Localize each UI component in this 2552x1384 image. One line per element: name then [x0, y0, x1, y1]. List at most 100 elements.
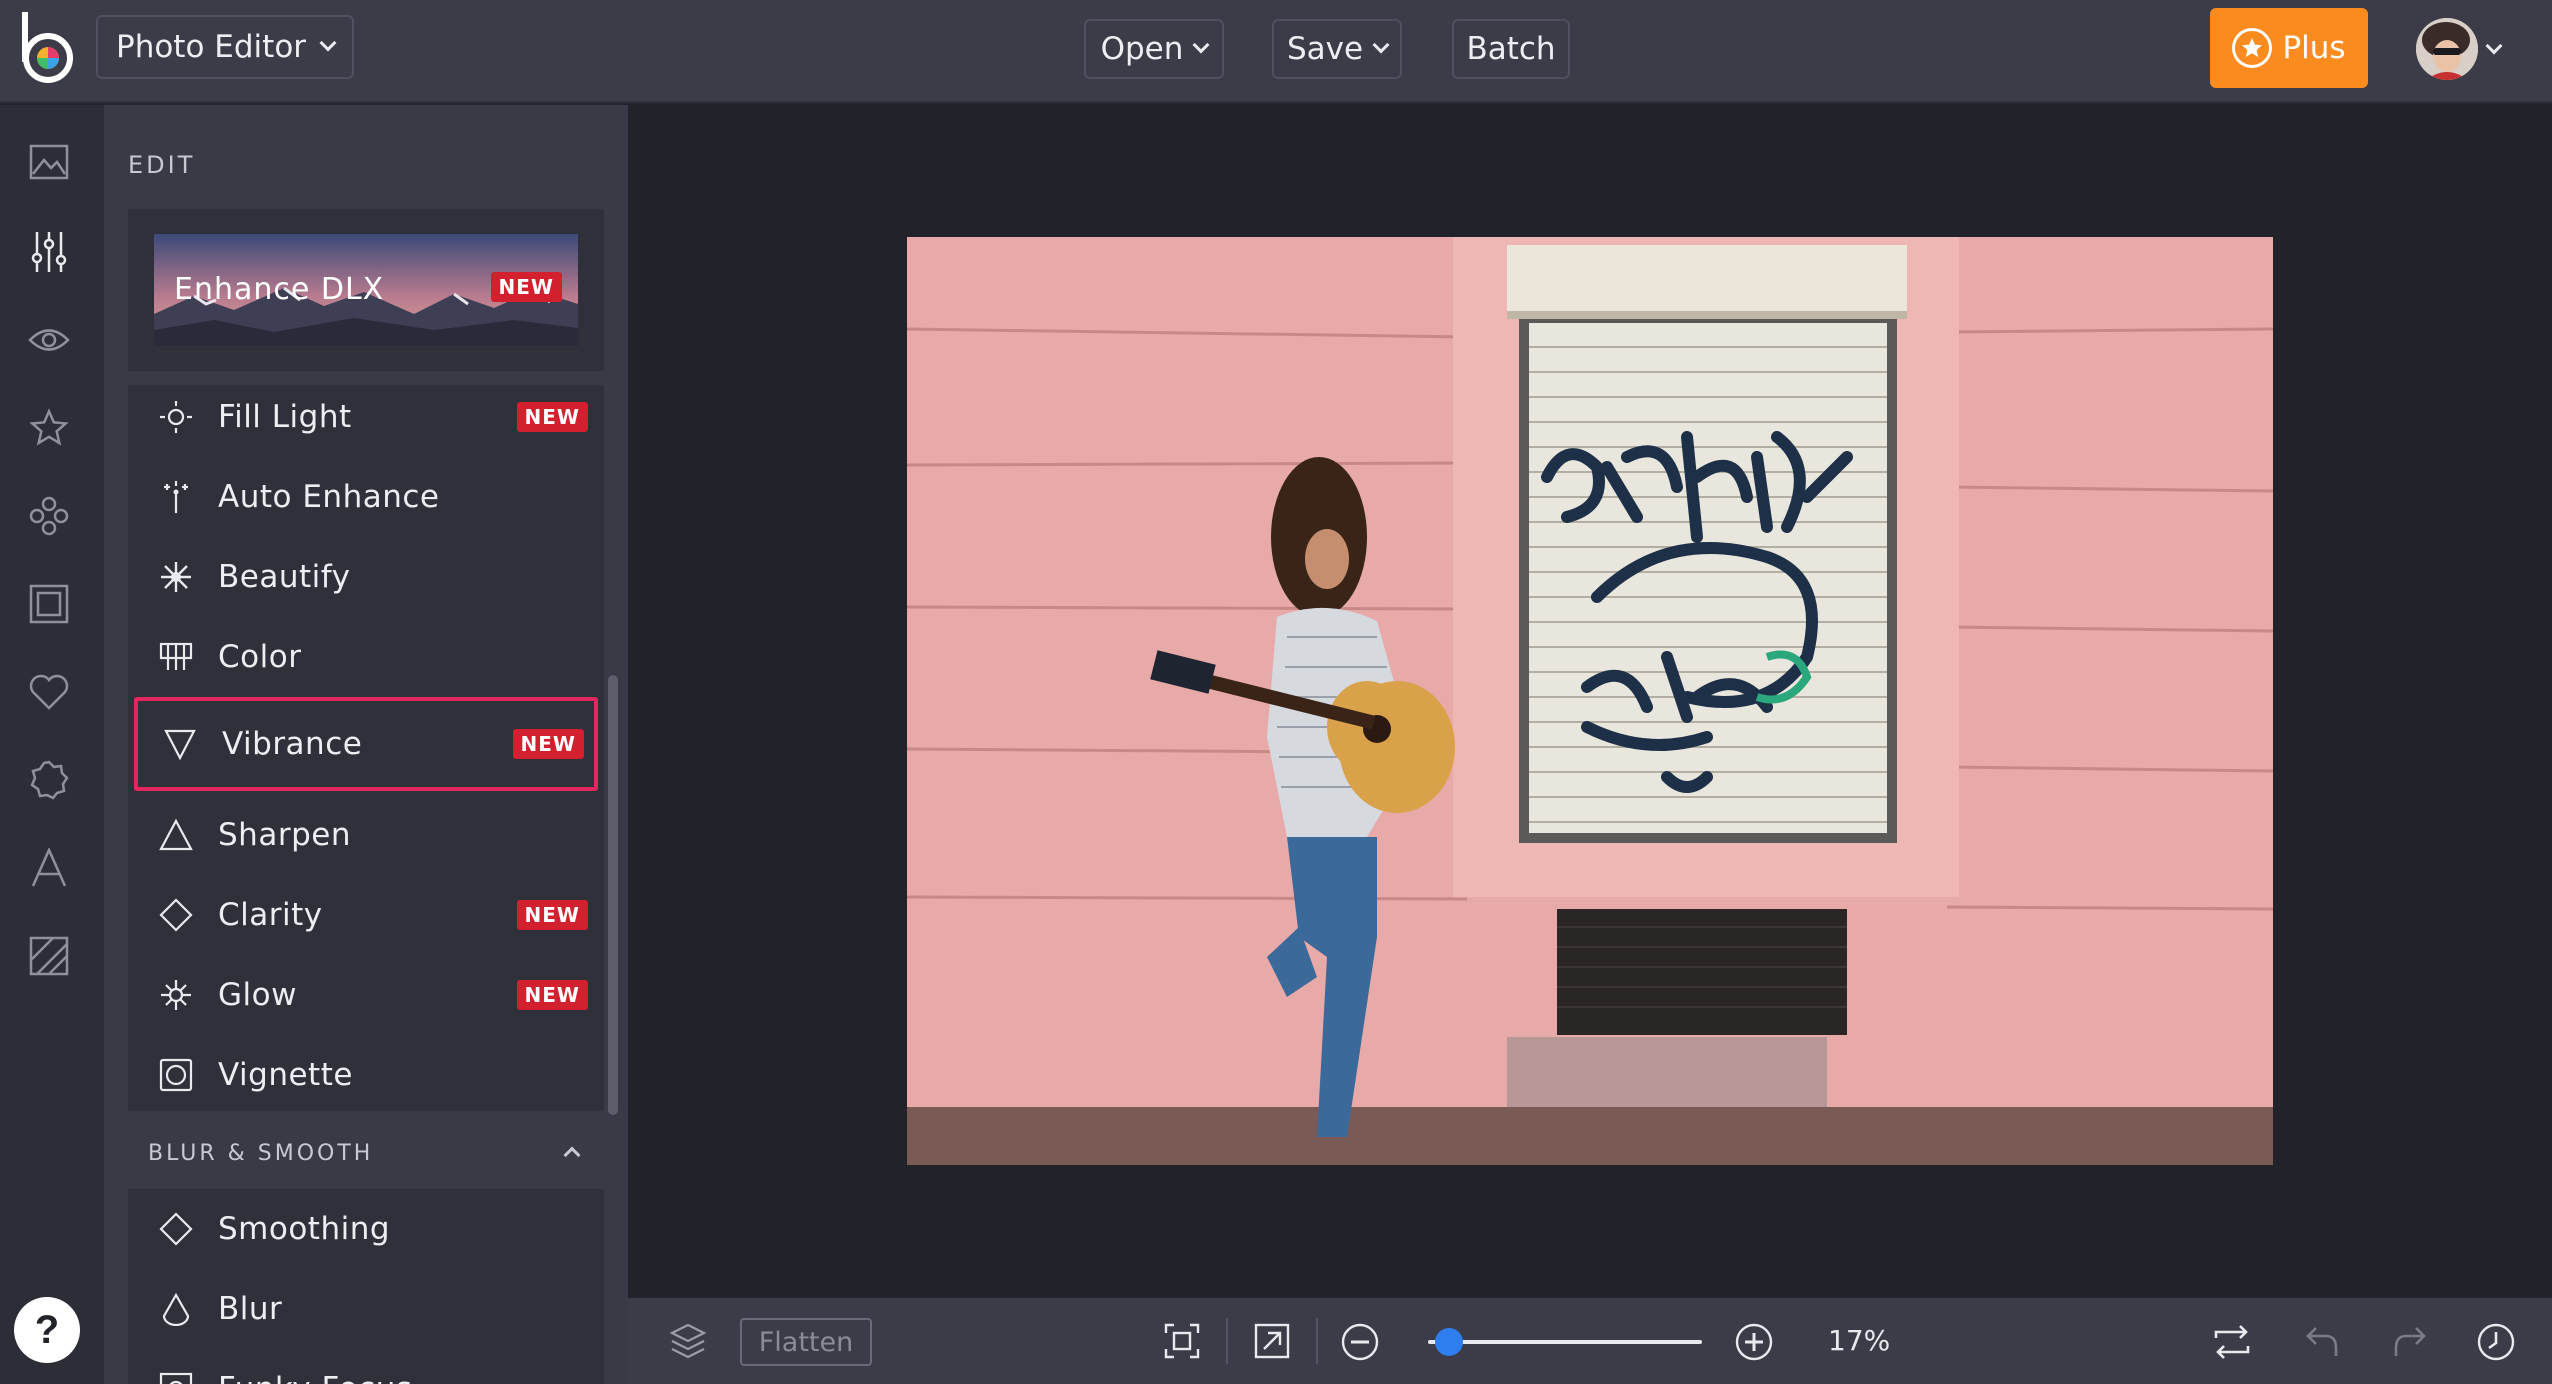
badge-icon[interactable]	[24, 755, 74, 805]
glow-icon	[156, 975, 196, 1015]
tool-label: Glow	[218, 977, 297, 1013]
tool-glow[interactable]: Glow NEW	[134, 955, 598, 1035]
diamond-icon	[156, 895, 196, 935]
tool-label: Clarity	[218, 897, 323, 933]
enhance-dlx-button[interactable]: Enhance DLX NEW	[154, 234, 578, 346]
zoom-in-icon[interactable]	[1730, 1318, 1778, 1366]
photo-canvas[interactable]	[907, 237, 2273, 1165]
zoom-slider[interactable]	[1428, 1328, 1702, 1356]
tool-color[interactable]: Color	[134, 617, 598, 697]
tool-funky-focus[interactable]: Funky Focus	[134, 1349, 598, 1384]
vignette-icon	[156, 1055, 196, 1095]
tool-label: Vibrance	[222, 726, 363, 762]
plus-label: Plus	[2282, 30, 2346, 66]
tool-label: Funky Focus	[218, 1371, 413, 1384]
edit-tool-list: Fill Light NEW Auto Enhance Beautify Col…	[128, 385, 604, 1109]
tool-vibrance[interactable]: Vibrance NEW	[134, 697, 598, 791]
tool-label: Smoothing	[218, 1211, 391, 1247]
new-badge: NEW	[516, 402, 588, 432]
star-icon[interactable]	[24, 403, 74, 453]
tool-label: Color	[218, 639, 302, 675]
triangle-up-icon	[156, 815, 196, 855]
history-icon[interactable]	[2472, 1318, 2520, 1366]
sparkle-icon	[156, 477, 196, 517]
open-button[interactable]: Open	[1084, 19, 1224, 79]
snowflake-icon	[156, 557, 196, 597]
edit-panel: EDIT Enhance DLX NEW Fill Light NEW Auto…	[104, 105, 628, 1384]
tool-label: Beautify	[218, 559, 351, 595]
zoom-slider-knob[interactable]	[1435, 1328, 1464, 1356]
tool-label: Vignette	[218, 1057, 353, 1093]
canvas-area	[628, 105, 2552, 1298]
divider	[1226, 1318, 1228, 1364]
chevron-down-icon[interactable]	[2485, 37, 2503, 55]
new-badge: NEW	[512, 729, 584, 759]
save-label: Save	[1286, 31, 1364, 67]
tool-label: Auto Enhance	[218, 479, 440, 515]
befunky-logo[interactable]	[18, 12, 78, 84]
top-bar: Photo Editor Open Save Batch Plus	[0, 0, 2552, 103]
tool-label: Fill Light	[218, 399, 352, 435]
enhance-dlx-card: Enhance DLX NEW	[128, 209, 604, 371]
tool-blur[interactable]: Blur	[134, 1269, 598, 1349]
tool-label: Sharpen	[218, 817, 351, 853]
sliders-icon[interactable]	[24, 227, 74, 277]
tool-vignette[interactable]: Vignette	[134, 1035, 598, 1115]
panel-scrollbar[interactable]	[608, 675, 618, 1115]
focus-icon	[156, 1369, 196, 1384]
blur-tool-list: Smoothing Blur Funky Focus	[128, 1189, 604, 1384]
panel-title: EDIT	[128, 151, 196, 179]
flatten-button[interactable]: Flatten	[740, 1318, 872, 1366]
layers-icon[interactable]	[664, 1317, 712, 1365]
tool-smoothing[interactable]: Smoothing	[134, 1189, 598, 1269]
chevron-down-icon	[319, 34, 337, 52]
plus-upgrade-button[interactable]: Plus	[2210, 8, 2368, 88]
section-title: BLUR & SMOOTH	[148, 1141, 374, 1166]
batch-button[interactable]: Batch	[1452, 19, 1570, 79]
app-menu-label: Photo Editor	[116, 29, 307, 65]
actual-size-icon[interactable]	[1248, 1317, 1296, 1365]
star-icon	[2232, 28, 2273, 68]
image-icon[interactable]	[24, 137, 74, 187]
chevron-down-icon	[1192, 36, 1210, 54]
tool-fill-light[interactable]: Fill Light NEW	[134, 377, 598, 457]
help-button[interactable]: ?	[14, 1297, 80, 1363]
new-badge: NEW	[490, 272, 562, 302]
tool-auto-enhance[interactable]: Auto Enhance	[134, 457, 598, 537]
fit-screen-icon[interactable]	[1158, 1317, 1206, 1365]
new-badge: NEW	[516, 900, 588, 930]
diamond-icon	[156, 1209, 196, 1249]
sun-icon	[156, 397, 196, 437]
eye-icon[interactable]	[24, 315, 74, 365]
frame-icon[interactable]	[24, 579, 74, 629]
flower-icon[interactable]	[24, 491, 74, 541]
divider	[1316, 1318, 1318, 1364]
triangle-down-icon	[160, 724, 200, 764]
tool-category-rail	[0, 105, 104, 1384]
chevron-up-icon	[563, 1146, 581, 1164]
new-badge: NEW	[516, 980, 588, 1010]
tool-clarity[interactable]: Clarity NEW	[134, 875, 598, 955]
zoom-out-icon[interactable]	[1336, 1318, 1384, 1366]
zoom-level: 17%	[1828, 1324, 1891, 1357]
texture-icon[interactable]	[24, 931, 74, 981]
blur-smooth-section-header[interactable]: BLUR & SMOOTH	[128, 1109, 604, 1189]
tool-beautify[interactable]: Beautify	[134, 537, 598, 617]
save-button[interactable]: Save	[1272, 19, 1402, 79]
heart-icon[interactable]	[24, 667, 74, 717]
batch-label: Batch	[1466, 31, 1556, 67]
chevron-down-icon	[1372, 36, 1390, 54]
bottom-toolbar: Flatten 17%	[628, 1298, 2552, 1384]
drop-icon	[156, 1289, 196, 1329]
tool-sharpen[interactable]: Sharpen	[134, 795, 598, 875]
replace-image-icon[interactable]	[2208, 1318, 2256, 1366]
tool-label: Blur	[218, 1291, 283, 1327]
app-menu-dropdown[interactable]: Photo Editor	[96, 15, 354, 79]
text-icon[interactable]	[24, 843, 74, 893]
redo-icon[interactable]	[2386, 1318, 2434, 1366]
avatar[interactable]	[2416, 18, 2478, 80]
undo-icon[interactable]	[2298, 1318, 2346, 1366]
enhance-dlx-label: Enhance DLX	[174, 272, 385, 307]
palette-icon	[156, 637, 196, 677]
open-label: Open	[1100, 31, 1184, 67]
